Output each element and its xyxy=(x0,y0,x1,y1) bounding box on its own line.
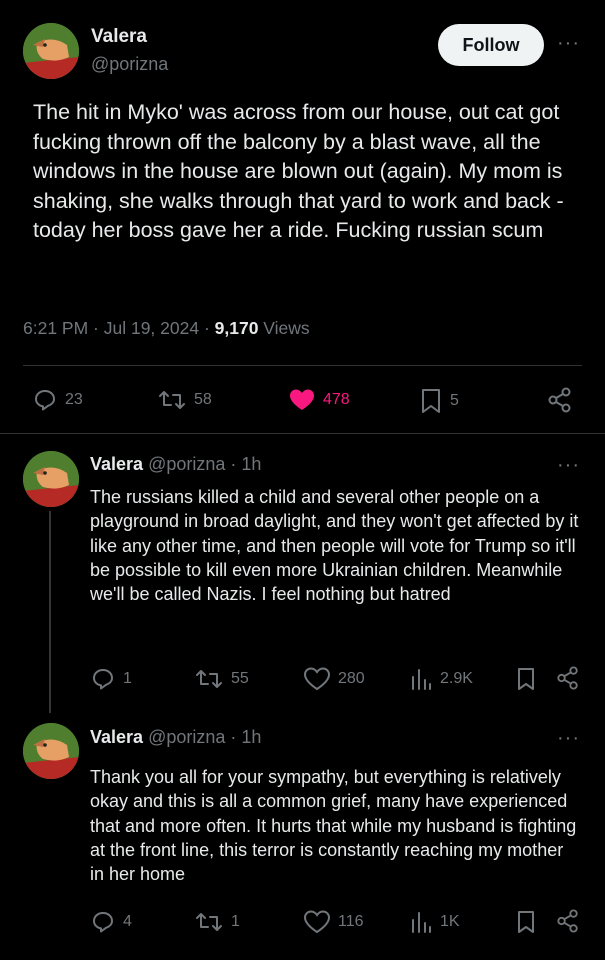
share-button[interactable] xyxy=(556,666,580,690)
reply-text: Thank you all for your sympathy, but eve… xyxy=(90,767,577,885)
bookmark-icon xyxy=(516,667,536,691)
author-name[interactable]: Valera xyxy=(91,26,147,48)
reply-button[interactable]: 4 xyxy=(91,910,132,934)
like-count: 280 xyxy=(338,670,365,687)
tweet-text: The hit in Myko' was across from our hou… xyxy=(33,100,564,242)
author-handle[interactable]: @porizna xyxy=(91,54,168,75)
reply-time[interactable]: · 1h xyxy=(225,454,261,474)
views-icon xyxy=(410,910,432,934)
like-icon xyxy=(304,910,330,934)
bookmark-button[interactable] xyxy=(516,667,536,691)
tweet-timestamp[interactable]: 6:21 PM · Jul 19, 2024 · xyxy=(23,318,215,338)
views-label: Views xyxy=(258,318,310,338)
views-count: 9,170 xyxy=(214,318,259,338)
reply-count: 23 xyxy=(65,391,83,408)
repost-count: 58 xyxy=(194,391,212,408)
avatar[interactable] xyxy=(23,23,79,79)
bookmark-icon xyxy=(516,910,536,934)
like-count: 116 xyxy=(338,913,364,930)
repost-icon xyxy=(195,910,223,934)
repost-icon xyxy=(158,388,186,412)
reply-icon xyxy=(91,667,115,691)
reply-count: 1 xyxy=(123,670,132,687)
reply-button[interactable]: 23 xyxy=(33,388,83,412)
share-button[interactable] xyxy=(556,909,580,933)
repost-icon xyxy=(195,667,223,691)
divider xyxy=(0,433,605,434)
reply-text: The russians killed a child and several … xyxy=(90,487,579,605)
bookmark-count: 5 xyxy=(450,392,459,409)
reply-icon xyxy=(33,388,57,412)
share-icon xyxy=(547,387,573,413)
like-icon xyxy=(289,388,315,412)
thread-line xyxy=(49,511,51,713)
views-count: 2.9K xyxy=(440,670,473,687)
repost-count: 55 xyxy=(231,670,249,687)
avatar[interactable] xyxy=(23,451,79,507)
tweet-meta: 6:21 PM · Jul 19, 2024 · 9,170 Views xyxy=(23,318,310,339)
bookmark-button[interactable] xyxy=(516,910,536,934)
share-icon xyxy=(556,909,580,933)
views-button[interactable]: 1K xyxy=(410,910,460,934)
repost-button[interactable]: 1 xyxy=(195,910,240,934)
author-handle[interactable]: @porizna xyxy=(148,727,225,747)
views-button[interactable]: 2.9K xyxy=(410,667,473,691)
reply-time[interactable]: · 1h xyxy=(225,727,261,747)
author-name[interactable]: Valera xyxy=(90,454,143,474)
reply-icon xyxy=(91,910,115,934)
more-icon[interactable]: ··· xyxy=(557,727,580,750)
share-icon xyxy=(556,666,580,690)
reply-header: Valera @porizna · 1h xyxy=(90,727,261,748)
author-handle[interactable]: @porizna xyxy=(148,454,225,474)
author-name[interactable]: Valera xyxy=(90,727,143,747)
repost-button[interactable]: 55 xyxy=(195,667,249,691)
divider xyxy=(23,365,582,366)
views-count: 1K xyxy=(440,913,460,930)
like-button[interactable]: 280 xyxy=(304,667,365,691)
follow-button[interactable]: Follow xyxy=(438,24,544,66)
like-button[interactable]: 478 xyxy=(289,388,350,412)
like-button[interactable]: 116 xyxy=(304,910,364,934)
repost-button[interactable]: 58 xyxy=(158,388,212,412)
reply-header: Valera @porizna · 1h xyxy=(90,454,261,475)
more-icon[interactable]: ··· xyxy=(557,32,580,55)
like-icon xyxy=(304,667,330,691)
reply-button[interactable]: 1 xyxy=(91,667,132,691)
more-icon[interactable]: ··· xyxy=(557,454,580,477)
bookmark-icon xyxy=(420,388,442,414)
share-button[interactable] xyxy=(547,387,573,413)
bookmark-button[interactable]: 5 xyxy=(420,388,459,414)
avatar[interactable] xyxy=(23,723,79,779)
views-icon xyxy=(410,667,432,691)
reply-count: 4 xyxy=(123,913,132,930)
repost-count: 1 xyxy=(231,913,240,930)
like-count: 478 xyxy=(323,391,350,408)
